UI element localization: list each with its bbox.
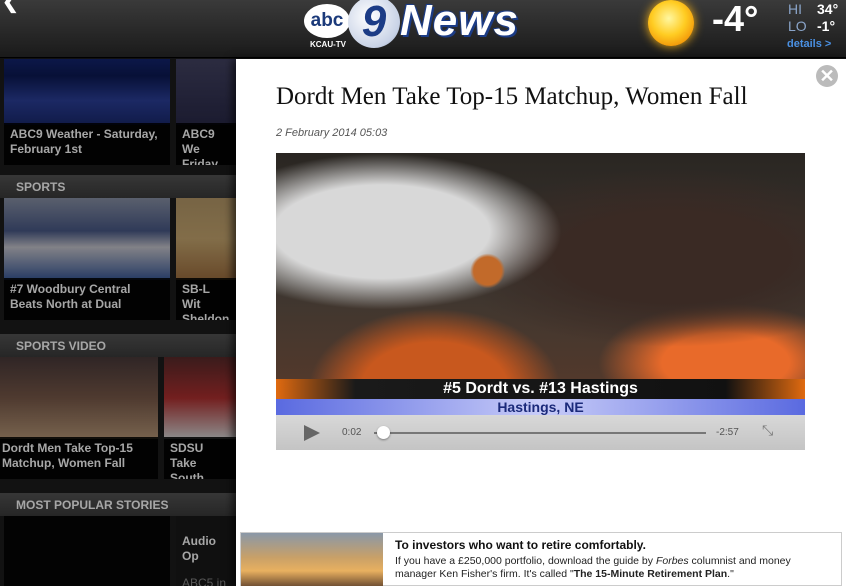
story-caption: ABC9 Weather - Saturday, February 1st xyxy=(4,123,170,165)
fullscreen-icon[interactable]: ⤡ xyxy=(762,422,773,439)
wrestling-thumbnail xyxy=(4,198,170,280)
video-lower-third-title: #5 Dordt vs. #13 Hastings xyxy=(276,379,805,399)
scrub-bar[interactable] xyxy=(374,432,706,434)
play-icon[interactable] xyxy=(304,425,320,441)
weather-thumbnail xyxy=(4,59,170,125)
basketball-thumbnail xyxy=(0,357,158,439)
story-tile[interactable]: Audio Op ABC5 in xyxy=(176,516,236,586)
time-remaining: -2:57 xyxy=(716,427,739,438)
video-player[interactable]: #5 Dordt vs. #13 Hastings Hastings, NE 0… xyxy=(276,153,805,450)
story-thumbnail xyxy=(4,516,170,586)
weather-details-link[interactable]: details > xyxy=(787,38,831,50)
story-tile[interactable] xyxy=(4,516,170,586)
story-tile[interactable]: ABC9 Weather - Saturday, February 1st xyxy=(4,59,170,165)
back-chevron-icon[interactable]: ❮ xyxy=(2,0,24,12)
story-caption-peek: ABC5 in xyxy=(182,576,227,586)
video-controls: 0:02 -2:57 ⤡ xyxy=(276,415,805,450)
hi-label: HI xyxy=(788,1,802,17)
story-caption: #7 Woodbury Central Beats North at Dual xyxy=(4,278,170,320)
section-header-most-popular: MOST POPULAR STORIES xyxy=(0,493,236,516)
logo-news-text: News xyxy=(400,0,519,45)
section-header-sports-video: SPORTS VIDEO xyxy=(0,334,236,357)
advertisement[interactable]: To investors who want to retire comforta… xyxy=(240,532,842,586)
scrub-handle[interactable] xyxy=(376,426,390,439)
video-tile[interactable]: SDSU Take South Dakc xyxy=(164,357,236,479)
ad-body: If you have a £250,000 portfolio, downlo… xyxy=(395,555,791,580)
lo-temperature: -1° xyxy=(817,18,836,34)
video-caption: Dordt Men Take Top-15 Matchup, Women Fal… xyxy=(0,437,158,479)
station-logo[interactable]: abc KCAU-TV 9 News xyxy=(304,0,554,52)
close-icon[interactable]: ✕ xyxy=(816,65,838,87)
weather-thumbnail xyxy=(176,59,236,125)
sun-icon[interactable] xyxy=(648,0,694,46)
hi-temperature: 34° xyxy=(817,1,839,17)
news-sidebar: ABC9 Weather - Saturday, February 1st AB… xyxy=(0,59,236,586)
video-frame[interactable] xyxy=(276,153,805,415)
gym-thumbnail xyxy=(176,198,236,280)
callsign: KCAU-TV xyxy=(310,40,346,49)
lo-label: LO xyxy=(788,18,807,34)
article-date: 2 February 2014 05:03 xyxy=(276,127,388,139)
channel-number: 9 xyxy=(348,0,400,48)
current-temperature[interactable]: -4° xyxy=(712,0,758,40)
story-caption: ABC9 We Friday, Ja xyxy=(176,123,236,165)
story-tile[interactable]: SB-L Wit Sheldon I xyxy=(176,198,236,320)
article-title: Dordt Men Take Top-15 Matchup, Women Fal… xyxy=(276,83,748,110)
abc-logo: abc xyxy=(304,4,350,38)
basketball-thumbnail xyxy=(164,357,236,439)
app-header: ❮ abc KCAU-TV 9 News -4° HI 34° LO -1° d… xyxy=(0,0,846,58)
article-panel: ✕ Dordt Men Take Top-15 Matchup, Women F… xyxy=(236,59,846,586)
video-tile[interactable]: Dordt Men Take Top-15 Matchup, Women Fal… xyxy=(0,357,158,479)
ad-image xyxy=(241,533,383,586)
story-tile[interactable]: ABC9 We Friday, Ja xyxy=(176,59,236,165)
video-caption: SDSU Take South Dakc xyxy=(164,437,236,479)
story-tile[interactable]: #7 Woodbury Central Beats North at Dual xyxy=(4,198,170,320)
section-header-sports: SPORTS xyxy=(0,175,236,198)
story-caption: SB-L Wit Sheldon I xyxy=(176,278,236,320)
story-caption: Audio Op xyxy=(182,534,216,563)
video-lower-third-location: Hastings, NE xyxy=(276,399,805,415)
time-elapsed: 0:02 xyxy=(342,427,362,438)
ad-headline: To investors who want to retire comforta… xyxy=(395,538,646,552)
